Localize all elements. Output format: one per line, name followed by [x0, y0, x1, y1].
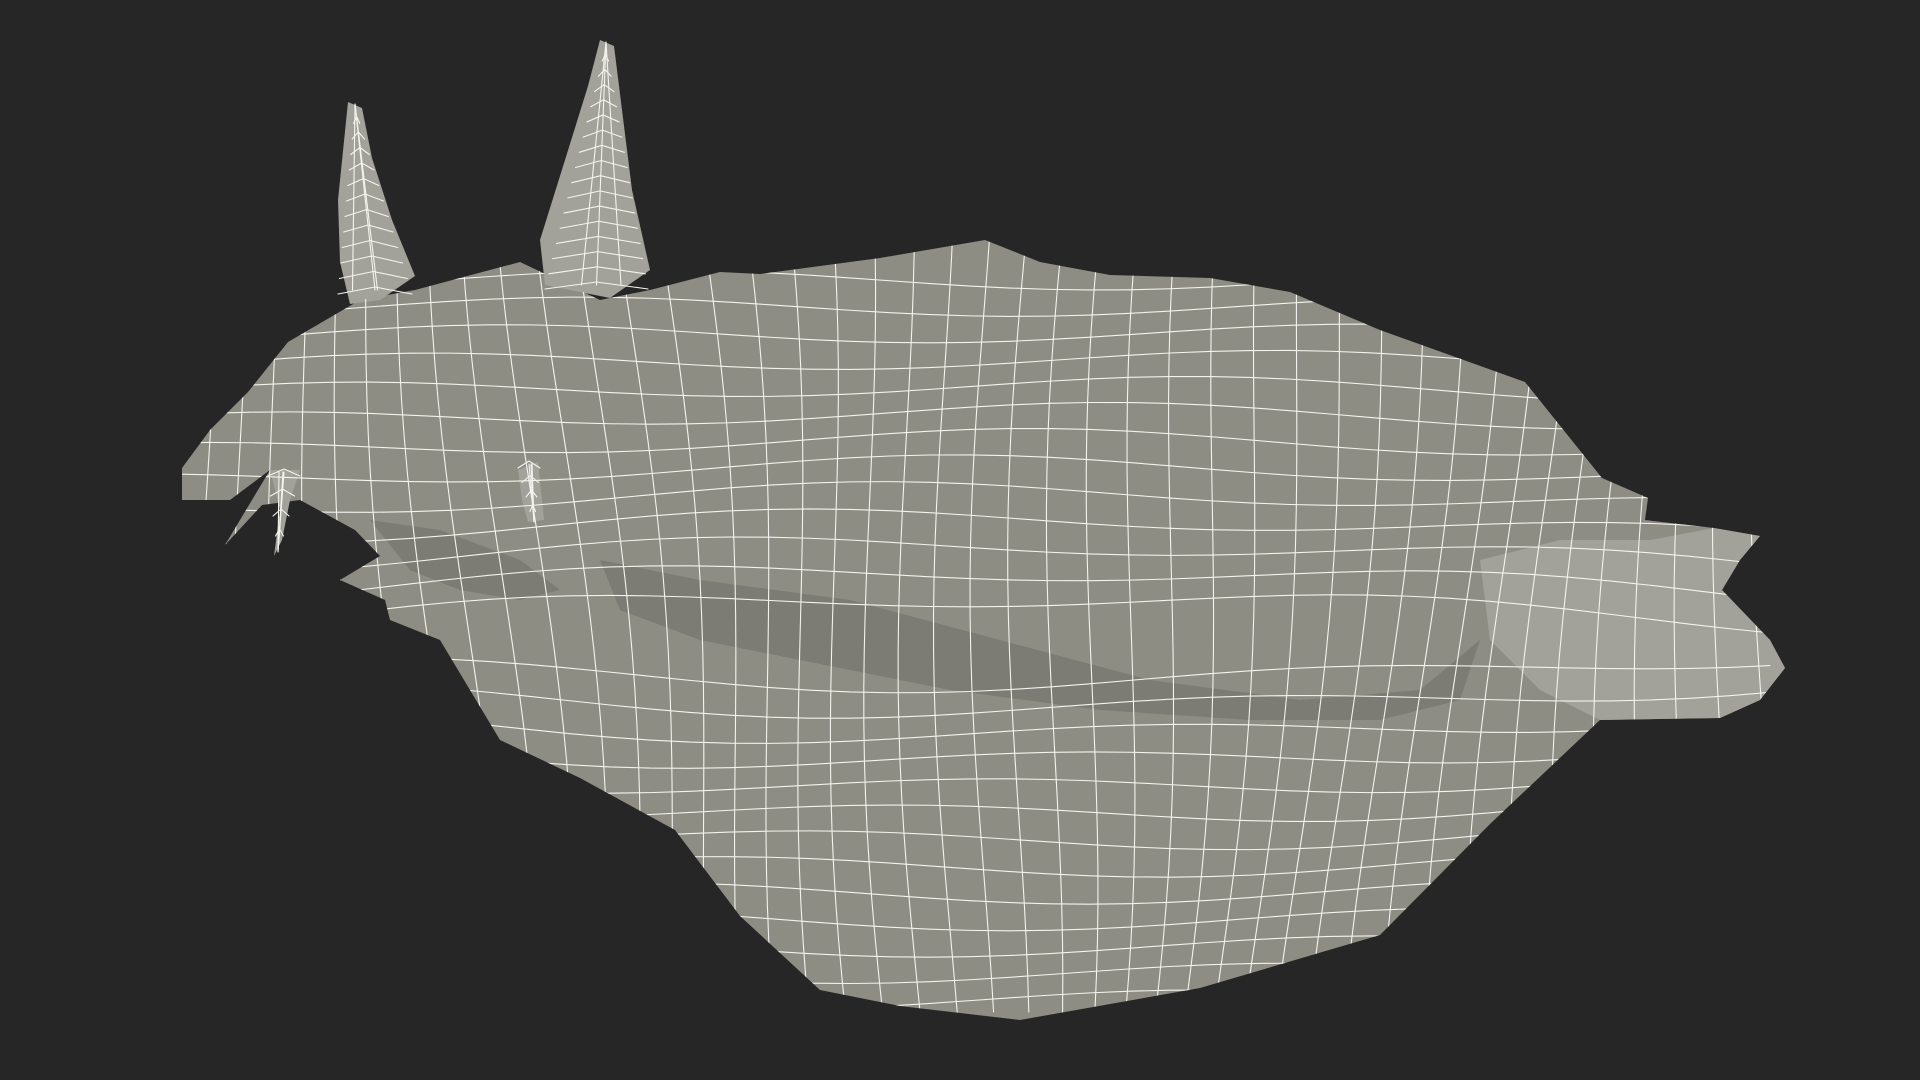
right-rhinophore — [540, 40, 650, 298]
3d-viewport[interactable] — [0, 0, 1920, 1080]
model-render — [182, 40, 1785, 1020]
left-rhinophore — [338, 102, 415, 304]
slug-model — [182, 40, 1785, 1020]
